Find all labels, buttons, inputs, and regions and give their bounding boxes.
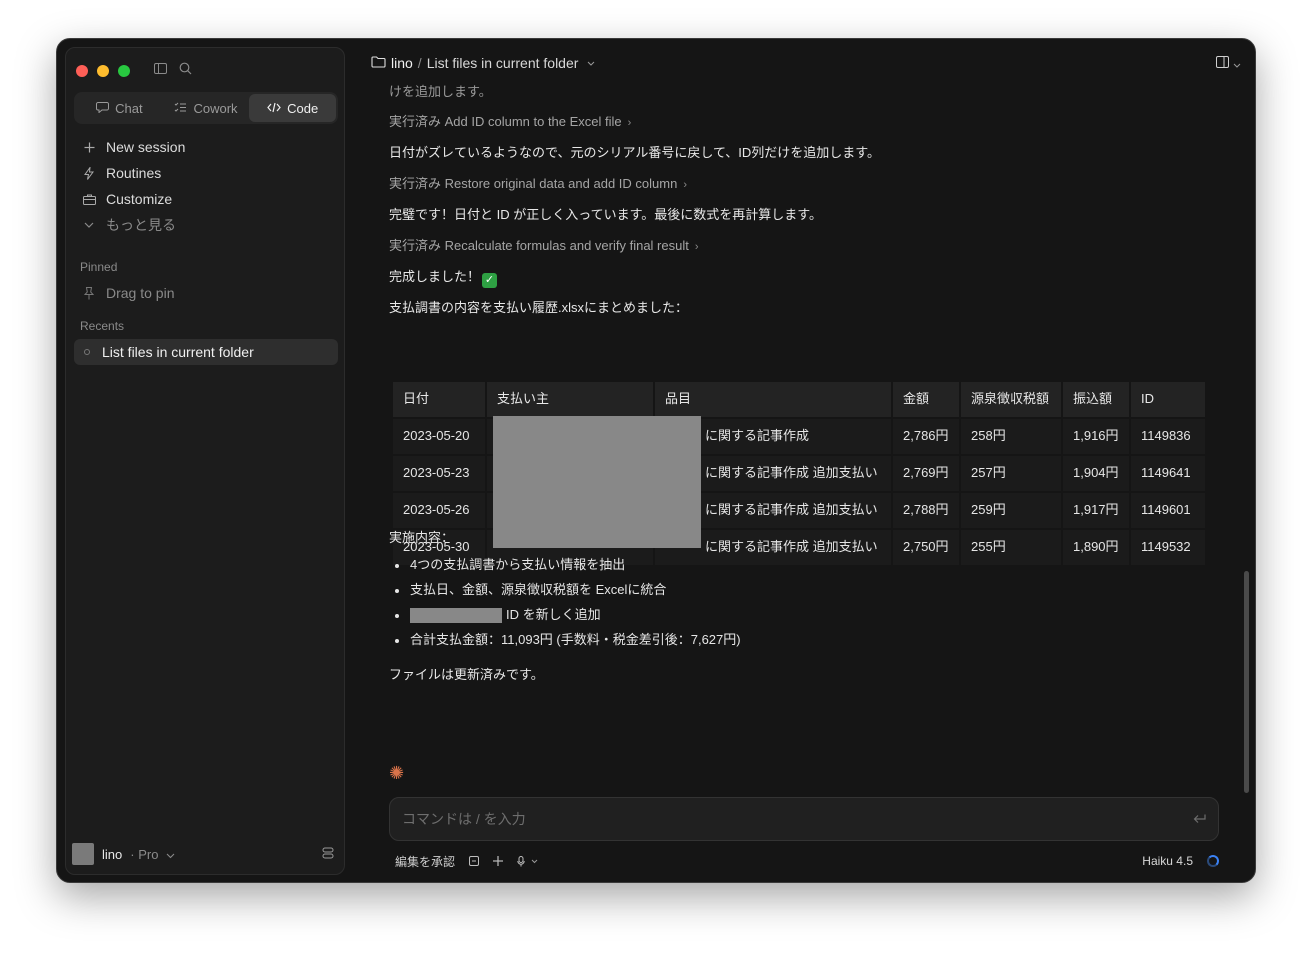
bolt-icon — [82, 166, 96, 180]
scrollbar[interactable] — [1244, 571, 1249, 793]
chevron-right-icon: › — [683, 179, 687, 191]
message-text: ファイルは更新済みです。 — [389, 667, 544, 682]
account-footer[interactable]: lino · Pro — [72, 842, 338, 866]
sidebar-item-customize[interactable]: Customize — [74, 186, 338, 212]
header-bar: lino / List files in current folder — [371, 51, 1241, 75]
list-item: ID を新しく追加 — [389, 603, 741, 628]
pin-icon — [82, 286, 96, 300]
chevron-down-icon — [1233, 55, 1241, 71]
check-mark-icon: ✓ — [482, 273, 498, 288]
redaction-block — [410, 608, 502, 623]
chevron-right-icon: › — [694, 241, 699, 253]
breadcrumb[interactable]: lino / List files in current folder — [371, 55, 595, 71]
document-icon[interactable] — [469, 854, 480, 869]
list-item: 4つの支払調書から支払い情報を抽出 — [389, 553, 741, 578]
sidebar-item-routines[interactable]: Routines — [74, 160, 338, 186]
column-header: 日付 — [393, 382, 485, 417]
sidebar-nav: New session Routines Customize もっと見る — [74, 134, 338, 238]
list-item: 支払日、金額、源泉徴収税額を Excelに統合 — [389, 578, 741, 603]
summary-label: 実施内容： — [389, 530, 455, 545]
chevron-right-icon: › — [627, 117, 632, 129]
pinned-section-label: Pinned — [80, 260, 118, 274]
summary-list: 4つの支払調書から支払い情報を抽出 支払日、金額、源泉徴収税額を Excelに統… — [389, 553, 741, 653]
chevron-down-icon — [82, 218, 96, 232]
mode-switch: Chat Cowork Code — [74, 92, 338, 124]
main-panel: lino / List files in current folder けを追加… — [357, 39, 1255, 882]
mode-chat-button[interactable]: Chat — [76, 94, 163, 122]
enter-icon[interactable] — [1193, 811, 1206, 827]
sidebar-item-more[interactable]: もっと見る — [74, 212, 338, 238]
search-icon[interactable] — [179, 62, 192, 75]
accept-edits-button[interactable]: 編集を承認 — [395, 853, 455, 870]
plus-icon — [82, 140, 96, 154]
sidebar-toggle-icon[interactable] — [154, 63, 167, 74]
extensions-icon[interactable] — [322, 847, 334, 862]
command-composer[interactable]: コマンドは / を入力 — [389, 797, 1219, 841]
mode-cowork-button[interactable]: Cowork — [163, 94, 250, 122]
pinned-drop-zone[interactable]: Drag to pin — [74, 280, 338, 306]
loading-spinner-icon — [1207, 855, 1219, 867]
tool-step-2[interactable]: 実行済み Restore original data and add ID co… — [389, 175, 687, 193]
message-text: けを追加します。 — [389, 84, 492, 99]
recent-session-item[interactable]: List files in current folder — [74, 339, 338, 365]
model-selector[interactable]: Haiku 4.5 — [1142, 854, 1193, 868]
sidebar-top-icons — [154, 62, 192, 75]
minimize-window-button[interactable] — [97, 65, 109, 77]
close-window-button[interactable] — [76, 65, 88, 77]
app-window: Chat Cowork Code New session Routines Cu… — [56, 38, 1256, 883]
chevron-down-icon — [587, 58, 595, 69]
code-icon — [267, 101, 281, 116]
column-header: 品目 — [655, 382, 891, 417]
chat-bubble-icon — [96, 101, 110, 116]
briefcase-icon — [82, 192, 96, 206]
tool-step-1[interactable]: 実行済み Add ID column to the Excel file › — [389, 113, 631, 131]
command-input[interactable]: コマンドは / を入力 — [402, 809, 1193, 829]
spark-status-icon: ✺ — [389, 763, 405, 783]
mode-code-button[interactable]: Code — [249, 94, 337, 122]
sidebar-item-new-session[interactable]: New session — [74, 134, 338, 160]
sidebar: Chat Cowork Code New session Routines Cu… — [65, 47, 345, 875]
zoom-window-button[interactable] — [118, 65, 130, 77]
plus-icon[interactable] — [493, 854, 504, 869]
message-text: 完成しました！ ✓ — [389, 268, 498, 288]
microphone-icon[interactable] — [517, 855, 538, 867]
page-title: List files in current folder — [426, 55, 579, 71]
redaction-block — [493, 416, 701, 548]
tool-step-3[interactable]: 実行済み Recalculate formulas and verify fin… — [389, 237, 699, 255]
chevron-down-icon — [531, 859, 538, 863]
checklist-icon — [174, 101, 187, 116]
table-header-row: 日付 支払い主 品目 金額 源泉徴収税額 振込額 ID — [393, 382, 1205, 417]
column-header: 支払い主 — [487, 382, 653, 417]
recents-section-label: Recents — [80, 319, 125, 333]
column-header: 振込額 — [1063, 382, 1129, 417]
column-header: 金額 — [893, 382, 959, 417]
composer-toolbar: 編集を承認 Haiku 4.5 — [395, 851, 1219, 871]
avatar — [72, 843, 94, 865]
column-header: 源泉徴収税額 — [961, 382, 1061, 417]
chevron-down-icon — [166, 847, 175, 862]
list-item: 合計支払金額：11,093円 (手数料・税金差引後：7,627円) — [389, 628, 741, 653]
column-header: ID — [1131, 382, 1205, 417]
panel-toggle-button[interactable] — [1216, 55, 1241, 71]
message-text: 完璧です！日付と ID が正しく入っています。最後に数式を再計算します。 — [389, 207, 822, 222]
session-status-icon — [84, 349, 90, 355]
message-text: 支払調書の内容を支払い履歴.xlsxにまとめました： — [389, 300, 689, 315]
split-panel-icon — [1216, 55, 1229, 71]
message-text: 日付がズレているようなので、元のシリアル番号に戻して、ID列だけを追加します。 — [389, 145, 881, 160]
folder-icon — [371, 55, 386, 71]
window-controls — [76, 65, 130, 77]
